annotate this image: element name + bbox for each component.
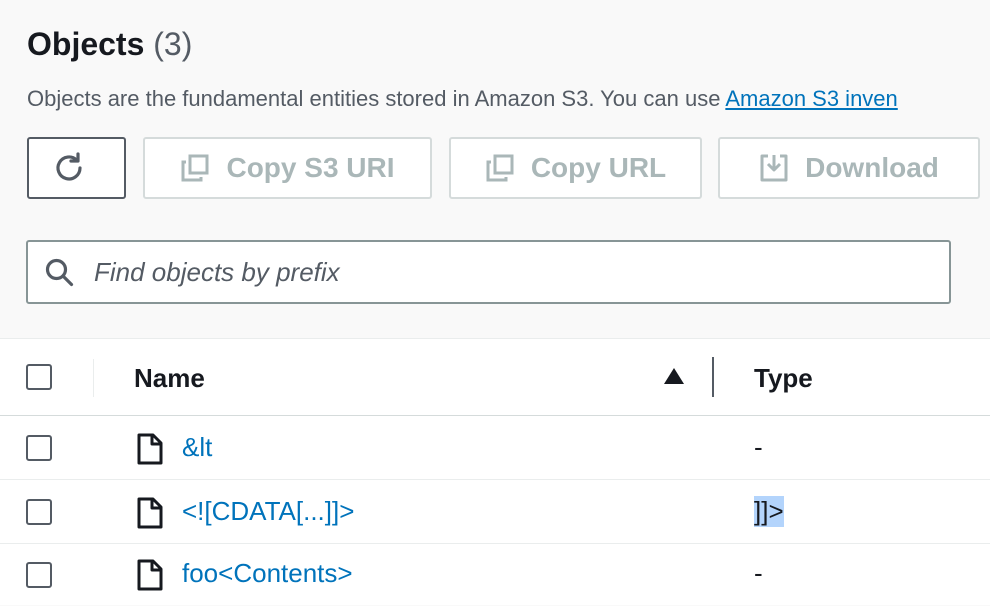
copy-url-button[interactable]: Copy URL bbox=[449, 137, 702, 199]
copy-s3-uri-label: Copy S3 URI bbox=[226, 152, 395, 183]
object-type-selected: ]]> bbox=[754, 496, 784, 527]
description-text: Objects are the fundamental entities sto… bbox=[27, 86, 726, 111]
object-name-link[interactable]: foo<Contents> bbox=[182, 558, 353, 589]
file-icon bbox=[137, 559, 163, 596]
objects-description: Objects are the fundamental entities sto… bbox=[27, 86, 898, 112]
search-box[interactable] bbox=[26, 240, 951, 304]
table-row: &lt - bbox=[0, 416, 990, 480]
page-title: Objects (3) bbox=[27, 26, 192, 63]
download-label: Download bbox=[805, 152, 939, 183]
file-icon bbox=[137, 433, 163, 470]
column-header-type[interactable]: Type bbox=[754, 363, 813, 394]
refresh-button[interactable] bbox=[27, 137, 126, 199]
object-count: (3) bbox=[153, 26, 193, 62]
table-row: foo<Contents> - bbox=[0, 544, 990, 606]
copy-icon bbox=[485, 153, 515, 183]
sort-ascending-icon[interactable] bbox=[663, 367, 685, 390]
object-type: - bbox=[754, 558, 763, 588]
column-resizer[interactable] bbox=[712, 357, 714, 397]
file-icon bbox=[137, 497, 163, 534]
column-header-name[interactable]: Name bbox=[134, 363, 205, 394]
row-checkbox[interactable] bbox=[26, 562, 52, 588]
object-type: - bbox=[754, 432, 763, 462]
object-name-link[interactable]: &lt bbox=[182, 432, 212, 463]
copy-s3-uri-button[interactable]: Copy S3 URI bbox=[143, 137, 432, 199]
copy-icon bbox=[180, 153, 210, 183]
inventory-link[interactable]: Amazon S3 inven bbox=[725, 86, 897, 111]
table-header-row: Name Type bbox=[0, 339, 990, 416]
object-name-link[interactable]: <![CDATA[...]]> bbox=[182, 496, 354, 527]
search-icon bbox=[44, 257, 74, 287]
row-checkbox[interactable] bbox=[26, 435, 52, 461]
download-icon bbox=[759, 153, 789, 183]
objects-table: Name Type &lt - <![CDATA[...]]> ]]> foo<… bbox=[0, 338, 990, 605]
objects-header-panel: Objects (3) Objects are the fundamental … bbox=[0, 0, 990, 338]
download-button[interactable]: Download bbox=[718, 137, 980, 199]
search-input[interactable] bbox=[92, 255, 916, 289]
title-text: Objects bbox=[27, 26, 145, 62]
refresh-icon bbox=[52, 151, 86, 185]
copy-url-label: Copy URL bbox=[530, 152, 667, 183]
row-checkbox[interactable] bbox=[26, 499, 52, 525]
table-row: <![CDATA[...]]> ]]> bbox=[0, 480, 990, 544]
select-all-checkbox[interactable] bbox=[26, 364, 52, 390]
column-divider bbox=[93, 359, 94, 397]
